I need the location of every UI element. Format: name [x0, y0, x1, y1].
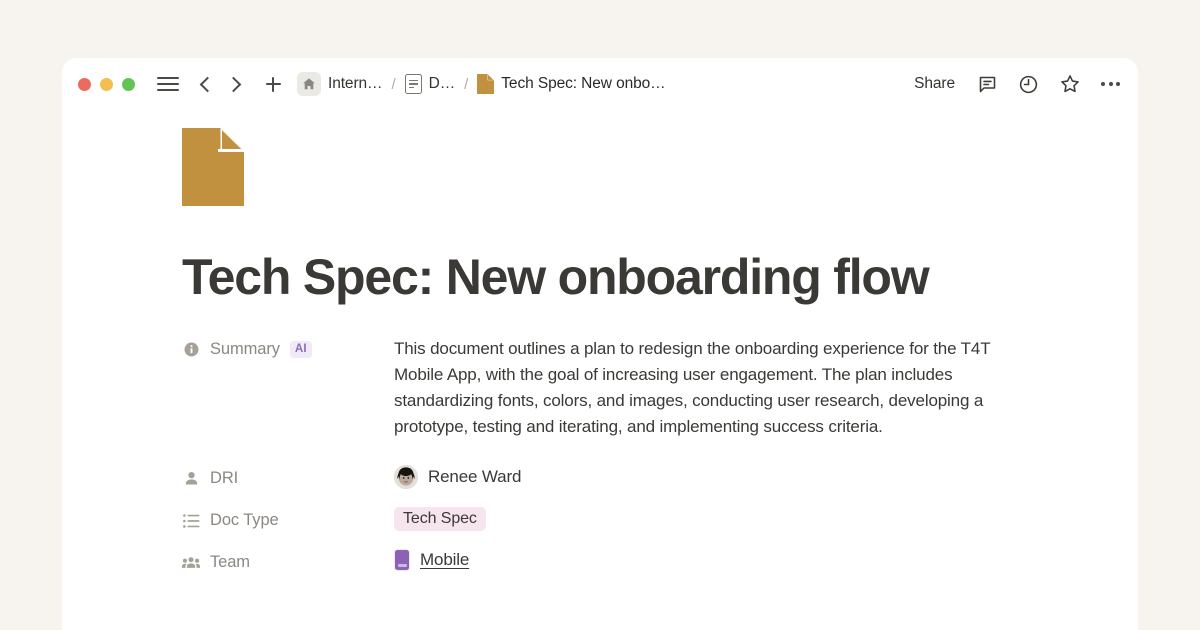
property-value-team[interactable]: Mobile: [394, 546, 1078, 571]
status-badge[interactable]: Tech Spec: [394, 507, 486, 531]
property-value-summary[interactable]: This document outlines a plan to redesig…: [394, 333, 1078, 440]
title-bar-actions: Share: [914, 73, 1120, 95]
breadcrumb-label: Tech Spec: New onbo…: [501, 75, 665, 93]
person-name: Renee Ward: [428, 467, 521, 487]
property-key-doc-type[interactable]: Doc Type: [182, 504, 394, 532]
property-row-dri: DRI: [182, 462, 1078, 490]
comment-icon[interactable]: [977, 74, 998, 95]
title-bar: Intern… / D… / Tech Spec: New on: [62, 58, 1138, 110]
avatar: [394, 465, 418, 489]
breadcrumb-separator: /: [464, 76, 468, 93]
close-window-button[interactable]: [78, 78, 91, 91]
ai-badge: AI: [290, 341, 312, 359]
document-body: Tech Spec: New onboarding flow Summary: [62, 128, 1138, 574]
mobile-phone-icon: [394, 549, 410, 571]
breadcrumb-label: D…: [429, 75, 456, 93]
breadcrumb-label: Intern…: [328, 75, 382, 93]
document-outline-icon: [405, 74, 422, 94]
person-chip[interactable]: Renee Ward: [394, 465, 1078, 489]
more-horizontal-icon[interactable]: [1101, 78, 1120, 90]
plus-icon[interactable]: [261, 72, 285, 96]
property-value-dri[interactable]: Renee Ward: [394, 462, 1078, 489]
people-icon: [182, 554, 200, 572]
property-label: Doc Type: [210, 511, 279, 530]
breadcrumb: Intern… / D… / Tech Spec: New on: [297, 72, 666, 96]
breadcrumb-item-home[interactable]: Intern…: [297, 72, 382, 96]
property-key-dri[interactable]: DRI: [182, 462, 394, 490]
page-icon[interactable]: [182, 128, 244, 206]
property-key-summary[interactable]: Summary AI: [182, 333, 394, 361]
property-row-summary: Summary AI This document outlines a plan…: [182, 333, 1078, 440]
clock-icon[interactable]: [1018, 74, 1039, 95]
property-row-doc-type: Doc Type Tech Spec: [182, 504, 1078, 532]
breadcrumb-separator: /: [391, 76, 395, 93]
share-button[interactable]: Share: [914, 75, 955, 93]
breadcrumb-item-current[interactable]: Tech Spec: New onbo…: [477, 74, 665, 94]
property-label: DRI: [210, 469, 238, 488]
minimize-window-button[interactable]: [100, 78, 113, 91]
summary-text: This document outlines a plan to redesig…: [394, 336, 1012, 440]
page-title: Tech Spec: New onboarding flow: [182, 250, 1078, 305]
person-icon: [182, 470, 200, 488]
star-icon[interactable]: [1059, 73, 1081, 95]
breadcrumb-item-doc[interactable]: D…: [405, 74, 456, 94]
team-chip[interactable]: Mobile: [394, 549, 1078, 571]
property-row-team: Team Mobile: [182, 546, 1078, 574]
properties-list: Summary AI This document outlines a plan…: [182, 333, 1078, 574]
property-label: Summary: [210, 340, 280, 359]
team-link[interactable]: Mobile: [420, 550, 469, 570]
property-label: Team: [210, 553, 250, 572]
home-icon: [297, 72, 321, 96]
window-controls: [78, 78, 135, 91]
list-icon: [182, 512, 200, 530]
chevron-left-icon[interactable]: [195, 73, 217, 95]
app-window: Intern… / D… / Tech Spec: New on: [62, 58, 1138, 630]
maximize-window-button[interactable]: [122, 78, 135, 91]
hamburger-icon[interactable]: [157, 73, 179, 96]
info-circle-icon: [182, 341, 200, 359]
property-key-team[interactable]: Team: [182, 546, 394, 574]
chevron-right-icon[interactable]: [225, 73, 247, 95]
page-icon: [477, 74, 494, 94]
property-value-doc-type[interactable]: Tech Spec: [394, 504, 1078, 531]
